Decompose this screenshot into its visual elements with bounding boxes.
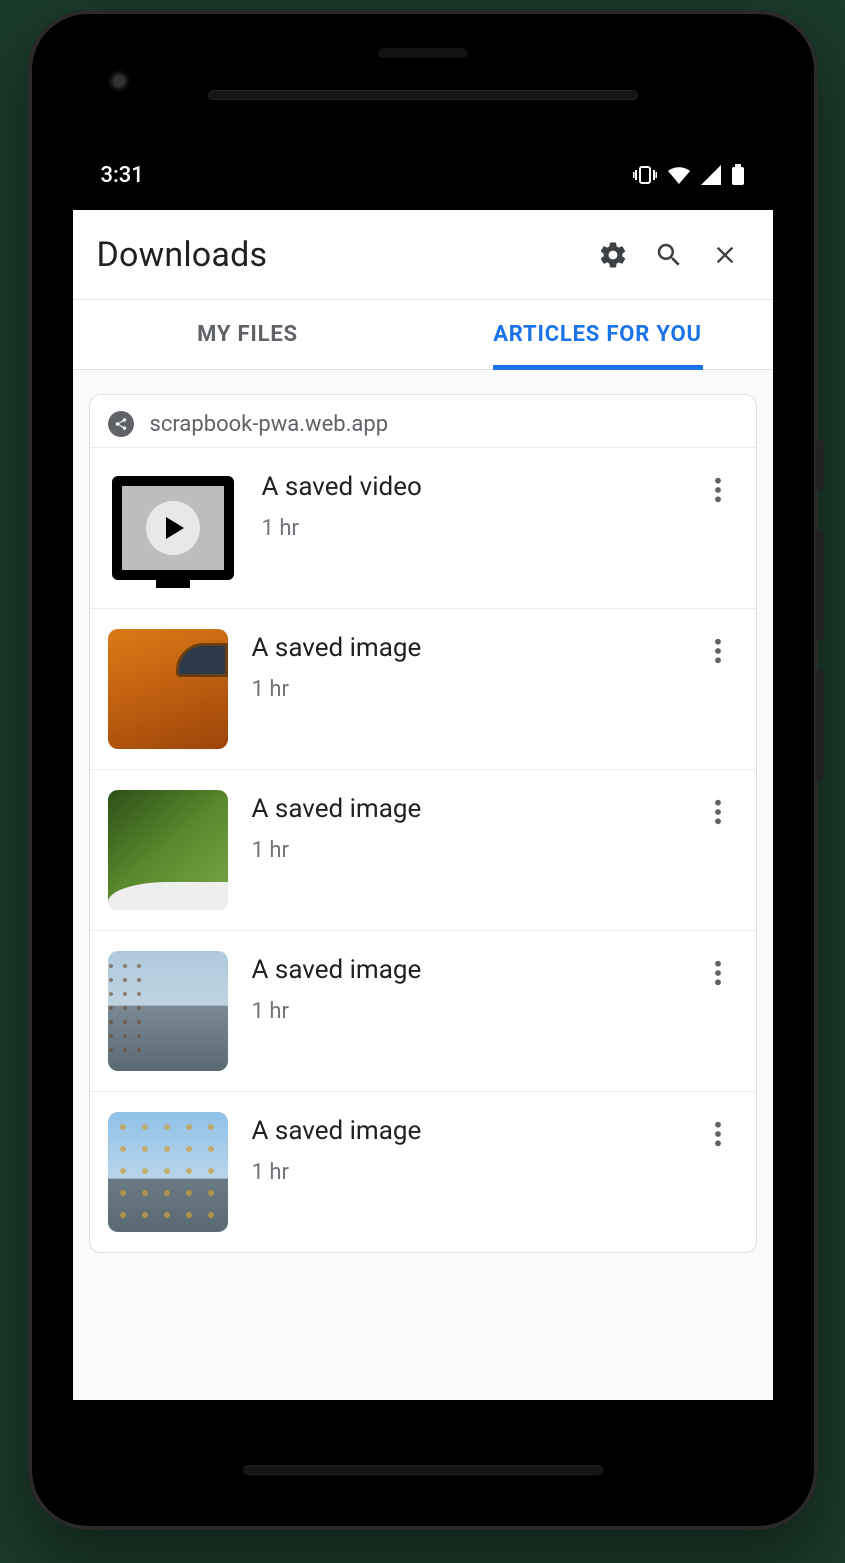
- thumbnail-video: [108, 468, 238, 588]
- tab-my-files[interactable]: MY FILES: [73, 300, 423, 369]
- tabs: MY FILES ARTICLES FOR YOU: [73, 300, 773, 370]
- thumbnail-image: [108, 951, 228, 1071]
- phone-frame: 3:31 Downloads MY FILES ARTICLES FOR YOU: [28, 10, 818, 1530]
- item-title: A saved image: [252, 794, 674, 824]
- tab-articles-for-you[interactable]: ARTICLES FOR YOU: [423, 300, 773, 369]
- power-button: [816, 440, 824, 490]
- battery-icon: [731, 164, 745, 186]
- more-vert-icon: [714, 637, 722, 665]
- item-title: A saved image: [252, 633, 674, 663]
- front-camera: [108, 70, 130, 92]
- more-vert-icon: [714, 476, 722, 504]
- article-group-card: scrapbook-pwa.web.app A saved video 1 hr: [89, 394, 757, 1253]
- thumbnail-image: [108, 629, 228, 749]
- search-icon: [654, 240, 684, 270]
- item-menu-button[interactable]: [698, 792, 738, 832]
- play-icon: [146, 501, 200, 555]
- item-menu-button[interactable]: [698, 470, 738, 510]
- item-title: A saved image: [252, 1116, 674, 1146]
- group-header: scrapbook-pwa.web.app: [90, 395, 756, 447]
- item-menu-button[interactable]: [698, 1114, 738, 1154]
- item-title: A saved video: [262, 472, 674, 502]
- cellular-icon: [701, 165, 721, 185]
- earpiece: [378, 48, 468, 58]
- search-button[interactable]: [641, 227, 697, 283]
- list-item[interactable]: A saved image 1 hr: [90, 769, 756, 930]
- item-time: 1 hr: [252, 677, 674, 702]
- bottom-speaker: [243, 1465, 603, 1475]
- list-item[interactable]: A saved image 1 hr: [90, 930, 756, 1091]
- status-time: 3:31: [101, 163, 144, 188]
- status-icons: [633, 164, 745, 186]
- more-vert-icon: [714, 798, 722, 826]
- thumbnail-image: [108, 1112, 228, 1232]
- item-menu-button[interactable]: [698, 631, 738, 671]
- content-area[interactable]: scrapbook-pwa.web.app A saved video 1 hr: [73, 370, 773, 1400]
- list-item[interactable]: A saved image 1 hr: [90, 1091, 756, 1252]
- volume-up-button: [816, 530, 824, 640]
- item-time: 1 hr: [252, 999, 674, 1024]
- more-vert-icon: [714, 1120, 722, 1148]
- item-menu-button[interactable]: [698, 953, 738, 993]
- thumbnail-image: [108, 790, 228, 910]
- app-bar: Downloads: [73, 210, 773, 300]
- item-time: 1 hr: [252, 1160, 674, 1185]
- list-item[interactable]: A saved video 1 hr: [90, 447, 756, 608]
- item-title: A saved image: [252, 955, 674, 985]
- group-source: scrapbook-pwa.web.app: [150, 412, 389, 437]
- close-button[interactable]: [697, 227, 753, 283]
- status-bar: 3:31: [73, 140, 773, 210]
- close-icon: [711, 241, 739, 269]
- item-time: 1 hr: [262, 516, 674, 541]
- more-vert-icon: [714, 959, 722, 987]
- settings-button[interactable]: [585, 227, 641, 283]
- share-icon: [108, 411, 134, 437]
- item-time: 1 hr: [252, 838, 674, 863]
- vibrate-icon: [633, 165, 657, 185]
- wifi-icon: [667, 165, 691, 185]
- volume-down-button: [816, 670, 824, 780]
- screen: 3:31 Downloads MY FILES ARTICLES FOR YOU: [73, 140, 773, 1400]
- gear-icon: [598, 240, 628, 270]
- tv-icon: [112, 476, 234, 580]
- list-item[interactable]: A saved image 1 hr: [90, 608, 756, 769]
- top-speaker: [208, 90, 638, 100]
- page-title: Downloads: [97, 235, 585, 275]
